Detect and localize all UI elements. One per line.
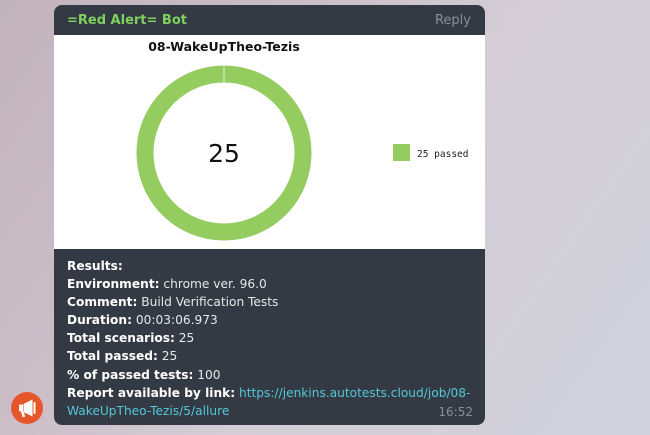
percent-passed-value: 100 (197, 367, 221, 382)
environment-value: chrome ver. 96.0 (163, 277, 267, 292)
chart-center-value: 25 (208, 139, 240, 168)
percent-passed-label: % of passed tests: (67, 367, 194, 382)
report-link-continued[interactable]: WakeUpTheo-Tezis/5/allure (67, 404, 229, 418)
report-link-part-2[interactable]: WakeUpTheo-Tezis/5/allure (67, 404, 229, 418)
message-bubble: =Red Alert= Bot Reply 08-WakeUpTheo-Tezi… (54, 5, 485, 425)
total-scenarios-value: 25 (178, 331, 195, 346)
donut-chart: 08-WakeUpTheo-Tezis 25 25 passed (136, 39, 468, 241)
message-header: =Red Alert= Bot Reply (54, 5, 485, 35)
legend-label: 25 passed (417, 149, 468, 160)
comment-value: Build Verification Tests (141, 295, 279, 310)
total-passed-label: Total passed: (67, 349, 158, 364)
chart-title: 08-WakeUpTheo-Tezis (148, 39, 300, 54)
report-link-part-1[interactable]: https://jenkins.autotests.cloud/job/08- (239, 386, 470, 400)
message-time: 16:52 (438, 405, 473, 419)
environment-label: Environment: (67, 277, 160, 292)
duration-label: Duration: (67, 313, 132, 328)
report-text: Results: Environment: chrome ver. 96.0 C… (67, 257, 470, 420)
comment-label: Comment: (67, 295, 138, 310)
reply-button[interactable]: Reply (435, 13, 471, 28)
chart-image[interactable]: 08-WakeUpTheo-Tezis 25 25 passed (54, 35, 485, 249)
total-passed-value: 25 (161, 349, 178, 364)
legend-swatch (393, 144, 410, 161)
duration-value: 00:03:06.973 (135, 313, 218, 328)
total-scenarios-label: Total scenarios: (67, 331, 175, 346)
report-link-label: Report available by link: (67, 385, 236, 400)
report-link[interactable]: https://jenkins.autotests.cloud/job/08- (239, 386, 470, 400)
bot-avatar[interactable] (11, 392, 43, 424)
sender-name[interactable]: =Red Alert= Bot (67, 13, 187, 28)
megaphone-icon (19, 399, 36, 417)
results-heading: Results: (67, 259, 123, 273)
